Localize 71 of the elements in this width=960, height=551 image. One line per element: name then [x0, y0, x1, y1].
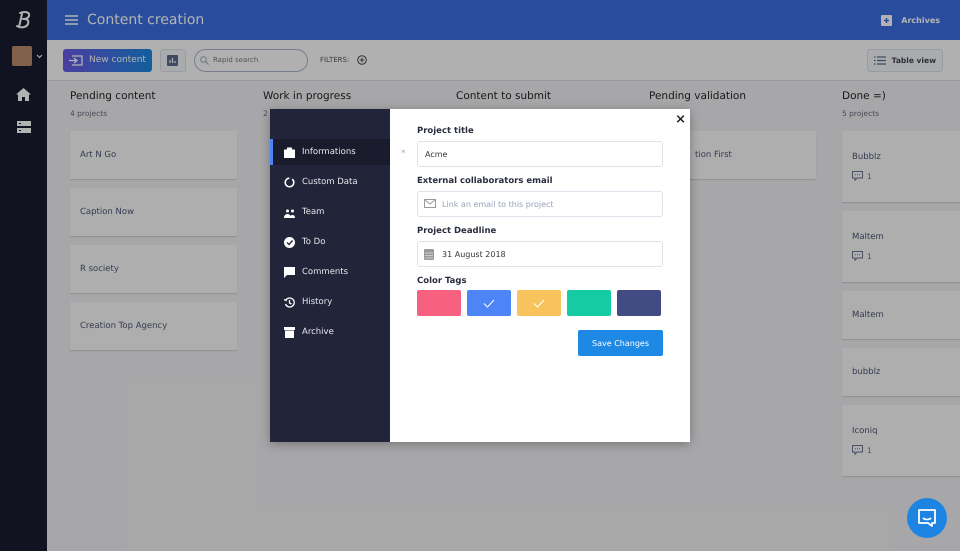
search-icon [200, 56, 209, 64]
dialog-tab[interactable]: Custom Data [270, 169, 390, 195]
comment-icon [852, 251, 863, 261]
project-name: Iconiq [852, 426, 879, 436]
archives-link[interactable]: Archives [901, 16, 940, 24]
dialog-tab[interactable]: Comments [270, 259, 390, 285]
comment-icon [852, 445, 863, 455]
project-card[interactable]: bubblz [842, 348, 960, 396]
history-icon [284, 296, 295, 308]
page-title: Content creation [87, 12, 204, 28]
color-tag[interactable] [617, 290, 661, 316]
check-icon [483, 298, 495, 308]
project-name: Caption Now [80, 207, 136, 217]
project-card[interactable]: Creation Top Agency [70, 302, 237, 350]
chat-icon [917, 509, 937, 527]
column-title: Pending validation [649, 90, 748, 104]
close-button[interactable]: × [673, 112, 688, 127]
check-icon [533, 298, 545, 308]
date-field[interactable]: 31 August 2018 [417, 241, 663, 267]
new-content-button[interactable]: New content [63, 48, 152, 72]
dialog-tab[interactable]: History [270, 289, 390, 315]
bar-chart-icon [167, 54, 178, 66]
project-name: Bubblz [852, 152, 882, 162]
project-name: Maltem [852, 232, 885, 242]
project-card[interactable]: Maltem [842, 291, 960, 339]
project-name: Maltem [852, 310, 885, 320]
archive-icon[interactable] [881, 14, 892, 26]
color-tag[interactable] [417, 290, 461, 316]
chevron-down-icon[interactable] [36, 54, 43, 58]
email-field[interactable]: Link an email to this project [417, 191, 663, 217]
color-tag[interactable] [467, 290, 511, 316]
save-changes-button[interactable]: Save Changes [578, 330, 663, 356]
speech-bubble-icon [284, 266, 295, 278]
chat-button[interactable] [907, 498, 947, 538]
archive-icon [284, 326, 295, 338]
field-label: External collaborators email [417, 176, 554, 186]
ring-icon [284, 176, 295, 188]
project-name: Creation Top Agency [80, 321, 168, 331]
column-title: Content to submit [456, 90, 552, 104]
column-title: Done =) [842, 90, 887, 104]
project-card[interactable]: Art N Go [70, 131, 237, 179]
people-icon [284, 206, 295, 218]
check-circle-icon [284, 236, 295, 248]
project-card[interactable]: R society [70, 245, 237, 293]
briefcase-icon [284, 146, 295, 158]
list-icon [874, 56, 886, 64]
field-label: Project title [417, 126, 475, 136]
dialog-tab[interactable]: Archive [270, 319, 390, 345]
color-tag[interactable] [517, 290, 561, 316]
project-name: Art N Go [80, 150, 118, 160]
chart-button[interactable] [160, 48, 186, 72]
color-tag[interactable] [567, 290, 611, 316]
column-title: Pending content [70, 90, 157, 104]
project-name: bubblz [852, 367, 882, 377]
enter-icon [69, 54, 83, 66]
field-label: Project Deadline [417, 226, 498, 236]
field-label: Color Tags [417, 276, 468, 286]
dialog-tab[interactable]: To Do [270, 229, 390, 255]
project-card[interactable]: Caption Now [70, 188, 237, 236]
input-field[interactable]: Acme [417, 141, 663, 167]
dialog-tab[interactable]: Informations [270, 139, 390, 165]
project-name: R society [80, 264, 120, 274]
dialog-tab[interactable]: Team [270, 199, 390, 225]
column-title: Work in progress [263, 90, 352, 104]
required-marker: * [401, 149, 406, 159]
comment-icon [852, 171, 863, 181]
add-filter-icon[interactable] [357, 55, 368, 65]
home-icon[interactable] [16, 88, 31, 101]
server-icon[interactable] [16, 121, 30, 133]
menu-icon[interactable] [65, 15, 78, 25]
project-name: tion First [695, 150, 733, 160]
